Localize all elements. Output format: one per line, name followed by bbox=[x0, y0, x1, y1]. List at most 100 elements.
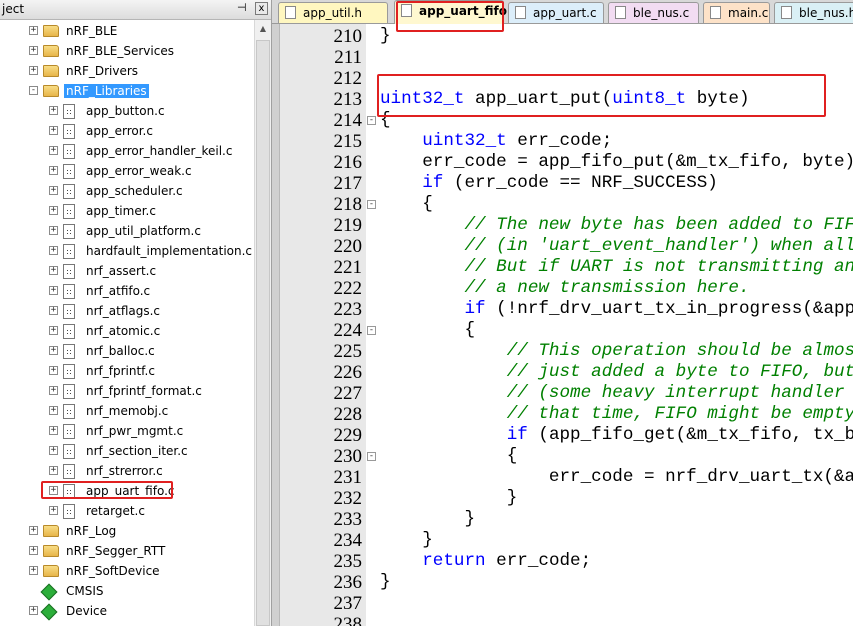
expand-icon[interactable]: + bbox=[49, 386, 58, 395]
tree-item-app-util-platform-c[interactable]: + app_util_platform.c bbox=[0, 221, 254, 241]
tree-item-nrf-log[interactable]: + nRF_Log bbox=[0, 521, 254, 541]
line-number: 221 bbox=[333, 257, 363, 278]
expand-icon[interactable]: + bbox=[49, 366, 58, 375]
tree-item-nrf-fprintf-format-c[interactable]: + nrf_fprintf_format.c bbox=[0, 381, 254, 401]
code-line[interactable]: // (in 'uart_event_handler') when all pr… bbox=[380, 236, 853, 257]
code-line[interactable]: if (err_code == NRF_SUCCESS) bbox=[380, 173, 718, 194]
code-line[interactable]: } bbox=[380, 488, 518, 509]
c-file-icon bbox=[63, 124, 75, 139]
expand-icon[interactable]: + bbox=[29, 66, 38, 75]
expand-icon[interactable]: + bbox=[49, 306, 58, 315]
fold-collapse-icon[interactable]: - bbox=[367, 200, 376, 209]
folder-icon bbox=[43, 545, 59, 557]
code-line[interactable]: } bbox=[380, 509, 475, 530]
expand-icon[interactable]: + bbox=[49, 286, 58, 295]
tree-item-nrf-assert-c[interactable]: + nrf_assert.c bbox=[0, 261, 254, 281]
expand-icon[interactable]: + bbox=[29, 606, 38, 615]
tree-item-app-timer-c[interactable]: + app_timer.c bbox=[0, 201, 254, 221]
expand-icon[interactable]: + bbox=[29, 526, 38, 535]
expand-icon[interactable]: + bbox=[49, 206, 58, 215]
tree-item-retarget-c[interactable]: + retarget.c bbox=[0, 501, 254, 521]
tree-item-cmsis[interactable]: CMSIS bbox=[0, 581, 254, 601]
code-line[interactable]: // But if UART is not transmitting anyth… bbox=[380, 257, 853, 278]
fold-collapse-icon[interactable]: - bbox=[367, 116, 376, 125]
code-line[interactable]: err_code = nrf_drv_uart_tx(&app_uart_ins… bbox=[380, 467, 853, 488]
tree-item-hardfault-implementation-c[interactable]: + hardfault_implementation.c bbox=[0, 241, 254, 261]
expand-icon[interactable]: + bbox=[49, 166, 58, 175]
expand-icon[interactable]: + bbox=[49, 126, 58, 135]
tree-item-nrf-section-iter-c[interactable]: + nrf_section_iter.c bbox=[0, 441, 254, 461]
code-line[interactable]: // a new transmission here. bbox=[380, 278, 749, 299]
expand-icon[interactable]: + bbox=[49, 406, 58, 415]
tree-item-nrf-softdevice[interactable]: + nRF_SoftDevice bbox=[0, 561, 254, 581]
expand-icon[interactable]: + bbox=[29, 46, 38, 55]
tree-item-label: nrf_fprintf_format.c bbox=[86, 384, 202, 398]
code-line[interactable]: { bbox=[380, 446, 518, 467]
code-line[interactable]: } bbox=[380, 26, 391, 47]
tree-item-nrf-ble[interactable]: + nRF_BLE bbox=[0, 21, 254, 41]
tree-item-device[interactable]: + Device bbox=[0, 601, 254, 621]
expand-icon[interactable]: + bbox=[49, 326, 58, 335]
code-line[interactable]: // The new byte has been added to FIFO. … bbox=[380, 215, 853, 236]
expand-icon[interactable]: + bbox=[49, 506, 58, 515]
tab-main-c[interactable]: main.c bbox=[703, 2, 770, 23]
code-line[interactable]: } bbox=[380, 530, 433, 551]
tree-item-app-error-c[interactable]: + app_error.c bbox=[0, 121, 254, 141]
scrollbar-thumb[interactable] bbox=[256, 40, 270, 626]
tree-item-nrf-libraries[interactable]: - nRF_Libraries bbox=[0, 81, 254, 101]
tab-app-uart-c[interactable]: app_uart.c bbox=[508, 2, 604, 23]
expand-icon[interactable]: + bbox=[49, 106, 58, 115]
tree-item-nrf-memobj-c[interactable]: + nrf_memobj.c bbox=[0, 401, 254, 421]
tree-item-app-error-weak-c[interactable]: + app_error_weak.c bbox=[0, 161, 254, 181]
code-line[interactable]: if (!nrf_drv_uart_tx_in_progress(&app_ua… bbox=[380, 299, 853, 320]
expand-icon[interactable]: + bbox=[49, 466, 58, 475]
expand-icon[interactable]: + bbox=[49, 426, 58, 435]
code-line[interactable]: // (some heavy interrupt handler routine… bbox=[380, 383, 853, 404]
project-scrollbar[interactable]: ▲ bbox=[254, 20, 271, 626]
expand-icon[interactable]: + bbox=[49, 186, 58, 195]
code-line[interactable]: return err_code; bbox=[380, 551, 591, 572]
tree-item-nrf-balloc-c[interactable]: + nrf_balloc.c bbox=[0, 341, 254, 361]
tree-item-nrf-atomic-c[interactable]: + nrf_atomic.c bbox=[0, 321, 254, 341]
expand-icon[interactable]: + bbox=[49, 446, 58, 455]
fold-collapse-icon[interactable]: - bbox=[367, 326, 376, 335]
code-line[interactable]: } bbox=[380, 572, 391, 593]
close-icon[interactable]: x bbox=[255, 2, 268, 15]
code-line[interactable]: err_code = app_fifo_put(&m_tx_fifo, byte… bbox=[380, 152, 853, 173]
tree-item-nrf-ble-services[interactable]: + nRF_BLE_Services bbox=[0, 41, 254, 61]
scroll-up-icon[interactable]: ▲ bbox=[256, 21, 270, 37]
expand-icon[interactable]: + bbox=[49, 226, 58, 235]
expand-icon[interactable]: + bbox=[49, 346, 58, 355]
tree-item-nrf-drivers[interactable]: + nRF_Drivers bbox=[0, 61, 254, 81]
code-line[interactable]: // just added a byte to FIFO, but if som… bbox=[380, 362, 853, 383]
code-line[interactable]: uint32_t err_code; bbox=[380, 131, 612, 152]
expand-icon[interactable]: + bbox=[49, 146, 58, 155]
tab-ble-nus-c[interactable]: ble_nus.c bbox=[608, 2, 699, 23]
code-line[interactable]: { bbox=[380, 320, 475, 341]
tree-item-app-error-handler-keil-c[interactable]: + app_error_handler_keil.c bbox=[0, 141, 254, 161]
code-line[interactable]: // This operation should be almost alway… bbox=[380, 341, 853, 362]
expand-icon[interactable]: + bbox=[29, 26, 38, 35]
tree-item-nrf-pwr-mgmt-c[interactable]: + nrf_pwr_mgmt.c bbox=[0, 421, 254, 441]
expand-icon[interactable]: + bbox=[49, 246, 58, 255]
line-number: 238 bbox=[333, 614, 363, 626]
tree-item-nrf-atfifo-c[interactable]: + nrf_atfifo.c bbox=[0, 281, 254, 301]
tree-item-nrf-fprintf-c[interactable]: + nrf_fprintf.c bbox=[0, 361, 254, 381]
c-file-icon bbox=[63, 364, 75, 379]
tab-app-util-h[interactable]: app_util.h bbox=[278, 2, 388, 23]
code-line[interactable]: { bbox=[380, 194, 433, 215]
collapse-icon[interactable]: - bbox=[29, 86, 38, 95]
code-line[interactable]: if (app_fifo_get(&m_tx_fifo, tx_buffer) … bbox=[380, 425, 853, 446]
tree-item-nrf-atflags-c[interactable]: + nrf_atflags.c bbox=[0, 301, 254, 321]
tab-ble-nus-h[interactable]: ble_nus.h bbox=[774, 2, 853, 23]
code-line[interactable]: // that time, FIFO might be empty alread… bbox=[380, 404, 853, 425]
tree-item-nrf-strerror-c[interactable]: + nrf_strerror.c bbox=[0, 461, 254, 481]
tree-item-app-button-c[interactable]: + app_button.c bbox=[0, 101, 254, 121]
expand-icon[interactable]: + bbox=[29, 546, 38, 555]
tree-item-nrf-segger-rtt[interactable]: + nRF_Segger_RTT bbox=[0, 541, 254, 561]
pin-icon[interactable]: ⊣ bbox=[237, 1, 247, 14]
expand-icon[interactable]: + bbox=[29, 566, 38, 575]
expand-icon[interactable]: + bbox=[49, 266, 58, 275]
fold-collapse-icon[interactable]: - bbox=[367, 452, 376, 461]
tree-item-app-scheduler-c[interactable]: + app_scheduler.c bbox=[0, 181, 254, 201]
